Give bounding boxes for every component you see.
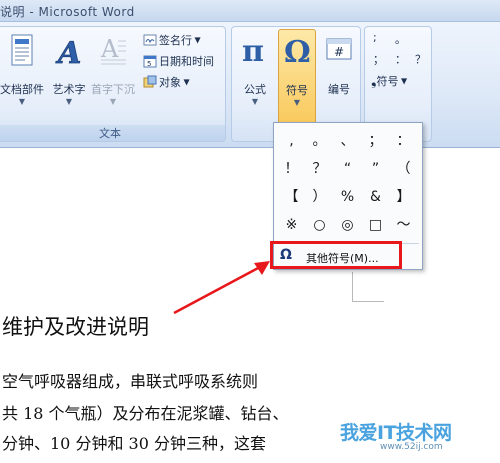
window-title: 说明 - Microsoft Word: [0, 5, 135, 19]
document-heading: 维护及改进说明: [2, 315, 149, 339]
document-line: 分钟、10 分钟和 30 分钟三种，这套: [2, 434, 266, 453]
quick-symbol[interactable]: ;: [373, 31, 377, 49]
chevron-down-icon: ▼: [65, 97, 73, 106]
formula-label: 公式: [244, 83, 266, 96]
svg-text:Ω: Ω: [284, 35, 311, 70]
ribbon-group-text: 文档部件 ▼ A 艺术字 ▼ A 首字下沉 ▼ 签名行 ▼ 5 日期和时间 对象 …: [0, 26, 226, 142]
calendar-icon: 5: [143, 54, 157, 68]
symbol-cell[interactable]: ”: [362, 157, 389, 182]
watermark-text: 我爱IT技术网: [340, 422, 452, 444]
chevron-down-icon: ▼: [398, 76, 408, 86]
wordart-button[interactable]: A 艺术字 ▼: [49, 31, 89, 109]
special-symbol-label: 符号: [376, 75, 399, 88]
symbol-cell[interactable]: ～: [390, 213, 417, 238]
group-caption-text: 文本: [0, 125, 225, 141]
symbol-cell[interactable]: ,: [278, 129, 305, 154]
formula-button[interactable]: π 公式 ▼: [236, 31, 274, 109]
quick-symbol[interactable]: ：: [395, 51, 406, 69]
chevron-down-icon: ▼: [293, 98, 301, 107]
signature-label: 签名行: [159, 34, 192, 47]
symbol-button[interactable]: Ω 符号 ▼: [278, 29, 316, 125]
number-button[interactable]: # 编号: [320, 31, 358, 109]
dropcap-label: 首字下沉: [91, 83, 135, 96]
symbol-cell[interactable]: ○: [306, 213, 333, 238]
wordart-label: 艺术字: [52, 83, 86, 96]
highlight-box: [270, 241, 402, 269]
symbol-cell[interactable]: %: [334, 185, 361, 210]
chevron-down-icon: ▼: [18, 97, 26, 106]
symbol-cell[interactable]: □: [362, 213, 389, 238]
symbol-cell[interactable]: 】: [390, 185, 417, 210]
chevron-down-icon: ▼: [192, 35, 201, 45]
number-label: 编号: [328, 83, 350, 96]
svg-text:A: A: [100, 35, 119, 63]
dropcap-icon: A: [91, 33, 135, 75]
symbol-cell[interactable]: “: [334, 157, 361, 182]
chevron-down-icon: ▼: [251, 97, 259, 106]
document-line: 共 18 个气瓶）及分布在泥浆罐、钻台、: [2, 404, 289, 423]
symbol-cell[interactable]: ！: [278, 157, 305, 182]
annotation-arrow: [173, 261, 270, 315]
symbol-cell[interactable]: ：: [390, 129, 417, 154]
datetime-label: 日期和时间: [159, 55, 214, 68]
special-symbol-button[interactable]: ❟符号 ▼: [371, 73, 407, 91]
quick-symbol[interactable]: ；: [373, 51, 384, 69]
symbol-cell[interactable]: 【: [278, 185, 305, 210]
symbol-cell[interactable]: ◎: [334, 213, 361, 238]
object-label: 对象: [159, 76, 181, 89]
symbol-cell[interactable]: （: [390, 157, 417, 182]
margin-corner-mark: [352, 272, 384, 302]
signature-line-button[interactable]: 签名行 ▼: [143, 32, 201, 50]
doc-parts-button[interactable]: 文档部件 ▼: [0, 31, 45, 109]
symbol-cell[interactable]: ？: [306, 157, 333, 182]
pi-icon: π: [236, 33, 274, 75]
symbol-cell[interactable]: 、: [334, 129, 361, 154]
object-icon: [143, 75, 157, 89]
quick-symbol[interactable]: ？: [415, 51, 426, 69]
wordart-icon: A: [49, 33, 89, 75]
number-icon: #: [320, 33, 358, 75]
symbol-cell[interactable]: ※: [278, 213, 305, 238]
ribbon: 文档部件 ▼ A 艺术字 ▼ A 首字下沉 ▼ 签名行 ▼ 5 日期和时间 对象 …: [0, 22, 500, 148]
chevron-down-icon: ▼: [181, 77, 190, 87]
symbol-cell[interactable]: 。: [306, 129, 333, 154]
svg-text:π: π: [242, 34, 264, 69]
svg-text:#: #: [334, 45, 344, 59]
title-bar: 说明 - Microsoft Word: [0, 0, 500, 22]
svg-text:5: 5: [147, 60, 151, 68]
symbol-cell[interactable]: ；: [362, 129, 389, 154]
symbol-label: 符号: [286, 84, 308, 97]
object-button[interactable]: 对象 ▼: [143, 74, 190, 92]
chevron-down-icon: ▼: [109, 97, 117, 106]
doc-parts-icon: [0, 33, 45, 75]
document-line: 空气呼吸器组成，串联式呼吸系统则: [2, 372, 259, 391]
quick-symbol[interactable]: 。: [395, 31, 406, 49]
omega-icon: Ω: [279, 34, 315, 76]
watermark-url: www.52ij.com: [380, 442, 443, 452]
svg-text:A: A: [55, 36, 81, 69]
symbol-cell[interactable]: ）: [306, 185, 333, 210]
datetime-button[interactable]: 5 日期和时间: [143, 53, 214, 71]
signature-icon: [143, 33, 157, 47]
symbol-cell[interactable]: &: [362, 185, 389, 210]
doc-parts-label: 文档部件: [0, 83, 44, 96]
dropcap-button[interactable]: A 首字下沉 ▼: [91, 31, 135, 109]
